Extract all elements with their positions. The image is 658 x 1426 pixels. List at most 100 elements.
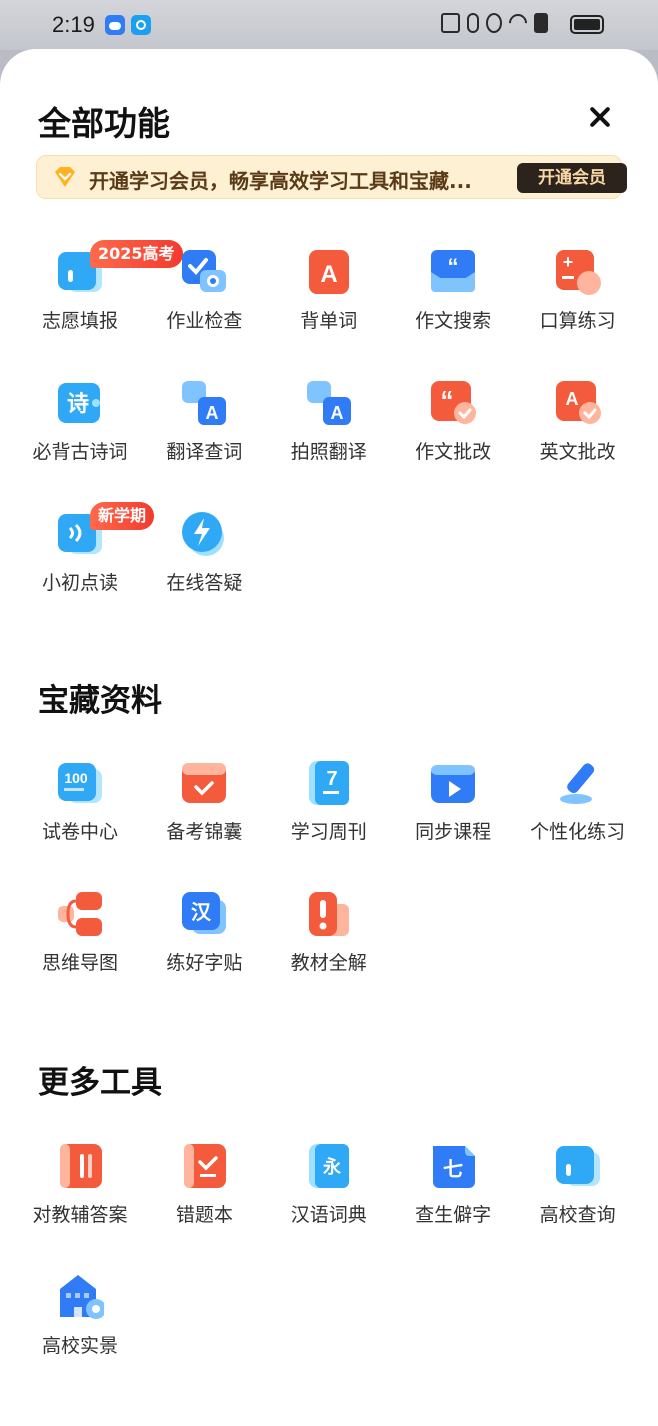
function-label: 备考锦囊 — [166, 821, 243, 843]
function-label: 英文批改 — [539, 441, 616, 463]
vocab-icon: A — [305, 248, 353, 296]
function-label: 教材全解 — [290, 952, 367, 974]
page-title: 全部功能 — [38, 104, 170, 143]
open-vip-button[interactable]: 开通会员 — [517, 163, 627, 193]
function-item[interactable]: 永汉语词典 — [267, 1142, 391, 1252]
function-item[interactable]: 诗必背古诗词 — [18, 379, 142, 489]
svg-text:A: A — [565, 389, 578, 409]
function-label: 高校实景 — [41, 1335, 118, 1357]
answers-icon — [56, 1142, 104, 1190]
function-item[interactable]: 在线答疑 — [142, 510, 266, 620]
function-label: 作业检查 — [166, 310, 243, 332]
university-search-icon — [554, 1142, 602, 1190]
svg-text:7: 7 — [326, 768, 337, 790]
function-label: 高校查询 — [539, 1204, 616, 1226]
svg-text:+: + — [562, 252, 573, 272]
function-label: 在线答疑 — [166, 572, 243, 594]
textbook-icon — [305, 890, 353, 938]
alert-icon — [534, 13, 548, 33]
function-item[interactable]: A 英文批改 — [516, 379, 640, 489]
function-label: 志愿填报 — [41, 310, 118, 332]
function-item[interactable]: 同步课程 — [391, 759, 515, 869]
function-label: 拍照翻译 — [290, 441, 367, 463]
function-item[interactable]: “ 作文批改 — [391, 379, 515, 489]
function-label: 小初点读 — [41, 572, 118, 594]
close-icon[interactable] — [580, 97, 620, 137]
function-item[interactable]: 教材全解 — [267, 890, 391, 1000]
mental-math-icon: + — [554, 248, 602, 296]
function-label: 思维导图 — [41, 952, 118, 974]
function-label: 个性化练习 — [530, 821, 626, 843]
mindmap-icon — [56, 890, 104, 938]
function-item[interactable]: A 拍照翻译 — [267, 379, 391, 489]
function-item[interactable]: 高校实景 — [18, 1273, 142, 1383]
course-icon — [429, 759, 477, 807]
function-item[interactable]: 作业检查 — [142, 248, 266, 358]
weekly-icon: 7 — [305, 759, 353, 807]
copybook-icon: 汉 — [180, 890, 228, 938]
function-label: 错题本 — [175, 1204, 233, 1226]
section-title-treasure: 宝藏资料 — [38, 683, 162, 719]
function-item[interactable]: A 背单词 — [267, 248, 391, 358]
function-label: 学习周刊 — [290, 821, 367, 843]
function-label: 练好字贴 — [166, 952, 243, 974]
svg-text:“: “ — [441, 385, 454, 415]
function-label: 必背古诗词 — [32, 441, 128, 463]
function-item[interactable]: + 口算练习 — [516, 248, 640, 358]
function-item[interactable]: “ 作文搜索 — [391, 248, 515, 358]
status-bar: 2:19 — [0, 0, 658, 50]
poetry-icon: 诗 — [56, 379, 104, 427]
function-label: 翻译查词 — [166, 441, 243, 463]
function-item[interactable]: 新学期 小初点读 — [18, 502, 155, 620]
function-item[interactable]: 7 学习周刊 — [267, 759, 391, 869]
svg-text:A: A — [320, 261, 337, 288]
search-app-icon — [131, 15, 151, 35]
bluetooth-icon — [467, 13, 479, 33]
all-functions-sheet: 全部功能 开通学习会员，畅享高效学习工具和宝藏... 开通会员 2025高考 志愿… — [0, 49, 658, 1426]
function-item[interactable]: 对教辅答案 — [18, 1142, 142, 1252]
english-correct-icon: A — [554, 379, 602, 427]
function-label: 对教辅答案 — [32, 1204, 128, 1226]
function-label: 查生僻字 — [415, 1204, 492, 1226]
campus-view-icon — [56, 1273, 106, 1321]
wifi-icon — [505, 10, 531, 36]
function-item[interactable]: 七查生僻字 — [391, 1142, 515, 1252]
svg-text:汉: 汉 — [191, 900, 212, 924]
function-label: 作文搜索 — [415, 310, 492, 332]
function-label: 同步课程 — [415, 821, 492, 843]
dictionary-icon: 永 — [305, 1142, 353, 1190]
exam-center-icon: 100 — [56, 759, 104, 807]
function-label: 作文批改 — [415, 441, 492, 463]
function-item[interactable]: 思维导图 — [18, 890, 142, 1000]
section-title-more-tools: 更多工具 — [38, 1065, 162, 1101]
function-item[interactable]: A 翻译查词 — [142, 379, 266, 489]
function-item[interactable]: 高校查询 — [516, 1142, 640, 1252]
function-item[interactable]: 100 试卷中心 — [18, 759, 142, 869]
practice-icon — [554, 759, 602, 807]
essay-correct-icon: “ — [429, 379, 477, 427]
svg-text:A: A — [330, 403, 343, 423]
photo-translate-icon: A — [305, 379, 353, 427]
nfc-icon — [441, 13, 460, 33]
function-item[interactable]: 汉练好字贴 — [142, 890, 266, 1000]
status-icons — [441, 10, 548, 36]
function-label: 口算练习 — [539, 310, 616, 332]
function-label: 汉语词典 — [290, 1204, 367, 1226]
function-item[interactable]: 2025高考 志愿填报 — [18, 240, 183, 358]
rare-char-icon: 七 — [429, 1142, 477, 1190]
battery-icon — [570, 15, 604, 34]
svg-text:A: A — [206, 403, 219, 423]
homework-check-icon — [180, 248, 228, 296]
function-item[interactable]: 错题本 — [142, 1142, 266, 1252]
exam-kit-icon — [180, 759, 228, 807]
status-time: 2:19 — [52, 12, 95, 37]
mute-icon — [486, 13, 502, 33]
vip-banner[interactable]: 开通学习会员，畅享高效学习工具和宝藏... 开通会员 — [36, 155, 627, 199]
cloud-icon — [105, 15, 125, 35]
vip-diamond-icon — [55, 167, 75, 187]
function-item[interactable]: 备考锦囊 — [142, 759, 266, 869]
function-label: 背单词 — [300, 310, 358, 332]
svg-text:100: 100 — [64, 770, 88, 786]
function-item[interactable]: 个性化练习 — [516, 759, 640, 869]
essay-search-icon: “ — [429, 248, 477, 296]
